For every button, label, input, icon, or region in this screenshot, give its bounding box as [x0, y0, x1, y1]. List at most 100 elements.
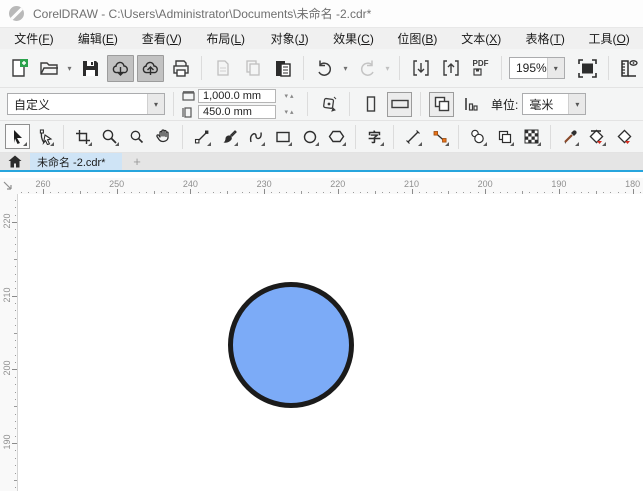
shadow-tool[interactable] — [465, 124, 490, 149]
menu-文本[interactable]: 文本(X) — [449, 30, 513, 47]
pan-hand-icon — [156, 129, 169, 143]
cut-button[interactable] — [209, 55, 236, 82]
ruler-tick — [551, 192, 553, 193]
zoom-tool[interactable] — [97, 124, 122, 149]
horizontal-ruler[interactable]: 260 250 240 230 220 210 200 190 180 — [18, 178, 643, 194]
menu-布局[interactable]: 布局(L) — [194, 30, 258, 47]
rectangle-tool-icon — [275, 131, 290, 142]
pan-tool[interactable] — [151, 124, 176, 149]
ruler-tick — [15, 465, 16, 467]
freehand-tool[interactable] — [189, 124, 214, 149]
vertical-ruler[interactable]: 220 210 200 190 — [0, 194, 18, 491]
units-combobox[interactable]: 毫米 ▾ — [522, 93, 587, 115]
ellipse-tool[interactable] — [297, 124, 322, 149]
redo-button[interactable] — [353, 55, 380, 82]
export-button[interactable] — [437, 55, 464, 82]
preset-dropdown-caret[interactable]: ▾ — [147, 94, 164, 114]
page-height-spinner[interactable]: ▾ ▴ — [279, 108, 299, 116]
ruler-origin-corner[interactable] — [0, 178, 18, 194]
print-button[interactable] — [167, 55, 194, 82]
open-folder-icon — [39, 62, 58, 75]
ruler-tick — [455, 192, 457, 193]
zoom-tool-icon — [102, 129, 117, 144]
ruler-tick — [15, 288, 16, 290]
new-tab-button[interactable]: + — [122, 153, 152, 170]
artistic-media-tool[interactable] — [216, 124, 241, 149]
landscape-orientation-button[interactable] — [387, 91, 412, 117]
ruler-tick — [168, 192, 170, 193]
ruler-tick — [15, 384, 16, 386]
transparency-tool[interactable] — [492, 124, 517, 149]
plus-icon: + — [133, 154, 141, 169]
show-rulers-button[interactable] — [616, 55, 643, 82]
portrait-orientation-button[interactable] — [358, 92, 383, 117]
zoom-dropdown-caret[interactable]: ▾ — [546, 58, 564, 78]
undo-dropdown-caret[interactable]: ▾ — [341, 64, 350, 73]
undo-button[interactable] — [311, 55, 338, 82]
open-document-button[interactable] — [35, 55, 62, 82]
ruler-tick — [603, 192, 605, 193]
dimension-tool[interactable] — [400, 124, 425, 149]
copy-button[interactable] — [239, 55, 266, 82]
spinner-down-caret[interactable]: ▾ — [284, 92, 288, 100]
page-size-preset-combobox[interactable]: 自定义 ▾ — [7, 93, 165, 115]
snap-settings-button[interactable] — [316, 92, 341, 117]
units-dropdown-caret[interactable]: ▾ — [568, 94, 586, 114]
polygon-tool[interactable] — [324, 124, 349, 149]
publish-pdf-button[interactable]: PDF — [467, 55, 494, 82]
shape-tool[interactable] — [32, 124, 57, 149]
text-tool[interactable]: 字 — [362, 124, 387, 149]
connector-tool[interactable] — [427, 124, 452, 149]
fullscreen-preview-button[interactable] — [574, 55, 601, 82]
smart-fill-tool[interactable] — [611, 124, 636, 149]
page-surface — [228, 282, 354, 408]
interactive-fill-tool[interactable] — [584, 124, 609, 149]
eyedropper-tool[interactable] — [557, 124, 582, 149]
paste-button[interactable] — [269, 55, 296, 82]
ruler-tick — [418, 192, 420, 193]
current-page-layout-button[interactable] — [458, 92, 483, 117]
menu-查看[interactable]: 查看(V) — [130, 30, 194, 47]
spinner-down-caret[interactable]: ▾ — [284, 108, 288, 116]
spinner-up-caret[interactable]: ▴ — [290, 92, 294, 100]
open-dropdown-caret[interactable]: ▾ — [65, 64, 74, 73]
welcome-screen-button[interactable] — [0, 153, 30, 170]
menu-工具[interactable]: 工具(O) — [577, 30, 641, 47]
circle-shape[interactable] — [228, 282, 354, 408]
crop-tool[interactable] — [70, 124, 95, 149]
page-width-spinner[interactable]: ▾ ▴ — [279, 92, 299, 100]
menu-表格[interactable]: 表格(T) — [513, 30, 577, 47]
new-document-button[interactable] — [5, 55, 32, 82]
menu-文件[interactable]: 文件(F) — [2, 30, 66, 47]
connector-tool-icon — [433, 130, 446, 142]
spinner-up-caret[interactable]: ▴ — [290, 108, 294, 116]
page-height-input[interactable]: 450.0 mm — [198, 105, 276, 119]
drawing-canvas[interactable] — [19, 194, 643, 491]
pattern-fill-tool[interactable] — [519, 124, 544, 149]
all-pages-layout-button[interactable] — [429, 91, 454, 117]
zoom-level-combobox[interactable]: 195% ▾ — [509, 57, 565, 79]
eyedropper-icon — [563, 129, 577, 144]
corel-draw-window: CorelDRAW - C:\Users\Administrator\Docum… — [0, 0, 643, 491]
zoom-out-tool[interactable] — [124, 124, 149, 149]
pick-tool[interactable] — [5, 124, 30, 149]
cloud-download-button[interactable] — [107, 54, 134, 82]
ruler-icon — [620, 59, 638, 77]
document-tab-bar: 未命名 -2.cdr* + — [0, 153, 643, 172]
ruler-tick — [57, 192, 59, 193]
page-width-input[interactable]: 1,000.0 mm — [198, 89, 276, 103]
import-button[interactable] — [407, 55, 434, 82]
redo-dropdown-caret[interactable]: ▾ — [383, 64, 392, 73]
units-label: 单位: — [491, 97, 519, 112]
save-button[interactable] — [77, 55, 104, 82]
rectangle-tool[interactable] — [270, 124, 295, 149]
menu-效果[interactable]: 效果(C) — [322, 30, 386, 47]
ruler-tick — [507, 192, 509, 193]
menu-对象[interactable]: 对象(J) — [258, 30, 322, 47]
ruler-tick — [330, 192, 332, 193]
document-tab-active[interactable]: 未命名 -2.cdr* — [30, 153, 122, 170]
b-spline-tool[interactable] — [243, 124, 268, 149]
menu-编辑[interactable]: 编辑(E) — [66, 30, 130, 47]
cloud-upload-button[interactable] — [137, 54, 164, 82]
menu-位图[interactable]: 位图(B) — [385, 30, 449, 47]
